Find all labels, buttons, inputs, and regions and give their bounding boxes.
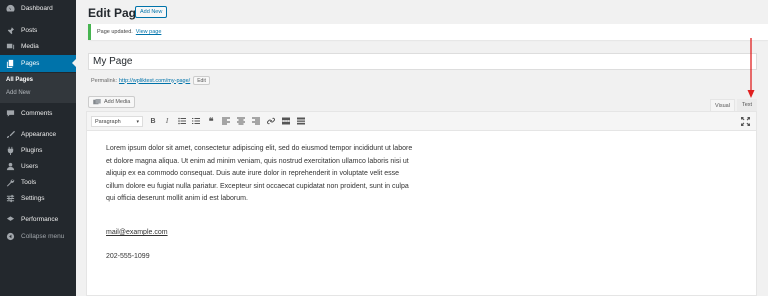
add-media-button[interactable]: Add Media: [88, 96, 136, 108]
sidebar-item-label: Plugins: [21, 146, 43, 154]
sidebar-item-posts[interactable]: Posts: [0, 22, 76, 38]
sidebar-item-appearance[interactable]: Appearance: [0, 126, 76, 142]
collapse-icon: [5, 231, 15, 241]
edit-permalink-button[interactable]: Edit: [193, 76, 210, 85]
sidebar-item-label: Dashboard: [21, 4, 53, 12]
numbered-list-button[interactable]: [191, 116, 201, 126]
sidebar-item-comments[interactable]: Comments: [0, 105, 76, 121]
align-left-button[interactable]: [221, 116, 231, 126]
align-right-icon: [252, 117, 260, 125]
read-more-button[interactable]: [281, 116, 291, 126]
users-icon: [5, 161, 15, 171]
post-title-input[interactable]: My Page: [88, 53, 757, 70]
tab-text[interactable]: Text: [737, 99, 757, 111]
sidebar-item-label: Settings: [21, 194, 45, 202]
sidebar-item-dashboard[interactable]: Dashboard: [0, 0, 76, 16]
sidebar-item-media[interactable]: Media: [0, 38, 76, 54]
update-notice: Page updated. View page: [88, 24, 768, 40]
settings-icon: [5, 193, 15, 203]
chevron-down-icon: ▾: [136, 119, 139, 125]
tab-visual[interactable]: Visual: [710, 99, 735, 111]
sidebar-item-label: Appearance: [21, 130, 57, 138]
admin-sidebar: Dashboard Posts Media Pages All Pages Ad…: [0, 0, 76, 296]
annotation-arrow: [747, 38, 755, 98]
permalink-link[interactable]: http://wpliktest.com/my-page/: [119, 78, 190, 84]
format-select-value: Paragraph: [95, 118, 121, 125]
plugin-icon: [5, 145, 15, 155]
comment-icon: [5, 108, 15, 118]
content-editor: Paragraph ▾ B I ❝ Lorem ipsum dolor sit …: [86, 111, 757, 296]
notice-text: Page updated.: [97, 29, 133, 35]
format-select[interactable]: Paragraph ▾: [91, 116, 143, 127]
sidebar-item-users[interactable]: Users: [0, 158, 76, 174]
bold-button[interactable]: B: [148, 116, 158, 126]
performance-icon: [5, 214, 15, 224]
link-icon: [267, 117, 275, 125]
brush-icon: [5, 129, 15, 139]
read-more-icon: [282, 117, 290, 125]
sidebar-item-label: Comments: [21, 109, 53, 117]
submenu-add-new[interactable]: Add New: [6, 90, 30, 96]
add-media-label: Add Media: [104, 99, 131, 105]
editor-toolbar: Paragraph ▾ B I ❝: [87, 112, 756, 131]
pin-icon: [5, 25, 15, 35]
align-center-icon: [237, 117, 245, 125]
sidebar-item-performance[interactable]: Performance: [0, 211, 76, 227]
sidebar-item-pages[interactable]: Pages: [0, 55, 76, 72]
collapse-menu-button[interactable]: Collapse menu: [0, 228, 76, 244]
media-icon: [5, 41, 15, 51]
toolbar-toggle-button[interactable]: [296, 116, 306, 126]
align-right-button[interactable]: [251, 116, 261, 126]
sidebar-item-plugins[interactable]: Plugins: [0, 142, 76, 158]
numbered-list-icon: [192, 118, 200, 124]
fullscreen-icon[interactable]: [741, 117, 750, 126]
sidebar-item-label: Media: [21, 42, 39, 50]
wrench-icon: [5, 177, 15, 187]
add-new-button[interactable]: Add New: [135, 6, 168, 18]
bulleted-list-button[interactable]: [177, 116, 187, 126]
pages-icon: [5, 59, 15, 69]
toolbar-toggle-icon: [297, 117, 305, 125]
editor-email-text[interactable]: mail@example.com: [106, 229, 168, 236]
sidebar-item-settings[interactable]: Settings: [0, 190, 76, 206]
sidebar-item-label: Tools: [21, 178, 37, 186]
editor-body-text[interactable]: Lorem ipsum dolor sit amet, consectetur …: [106, 143, 416, 206]
bulleted-list-icon: [178, 117, 186, 125]
editor-phone-text[interactable]: 202-555-1099: [106, 253, 150, 260]
insert-link-button[interactable]: [266, 116, 276, 126]
sidebar-item-label: Collapse menu: [21, 232, 65, 240]
blockquote-button[interactable]: ❝: [206, 116, 216, 126]
sidebar-item-tools[interactable]: Tools: [0, 174, 76, 190]
view-page-link[interactable]: View page: [136, 29, 162, 35]
align-center-button[interactable]: [236, 116, 246, 126]
submenu-all-pages[interactable]: All Pages: [6, 77, 33, 83]
permalink-row: Permalink: http://wpliktest.com/my-page/…: [91, 76, 210, 85]
sidebar-item-label: Users: [21, 162, 38, 170]
pages-submenu: All Pages Add New: [0, 73, 76, 103]
sidebar-item-label: Performance: [21, 215, 59, 223]
italic-button[interactable]: I: [162, 116, 172, 126]
align-left-icon: [222, 117, 230, 125]
sidebar-item-label: Posts: [21, 26, 38, 34]
dashboard-icon: [5, 3, 15, 13]
permalink-label: Permalink:: [91, 77, 117, 84]
media-icon: [93, 99, 101, 105]
sidebar-item-label: Pages: [21, 60, 40, 67]
